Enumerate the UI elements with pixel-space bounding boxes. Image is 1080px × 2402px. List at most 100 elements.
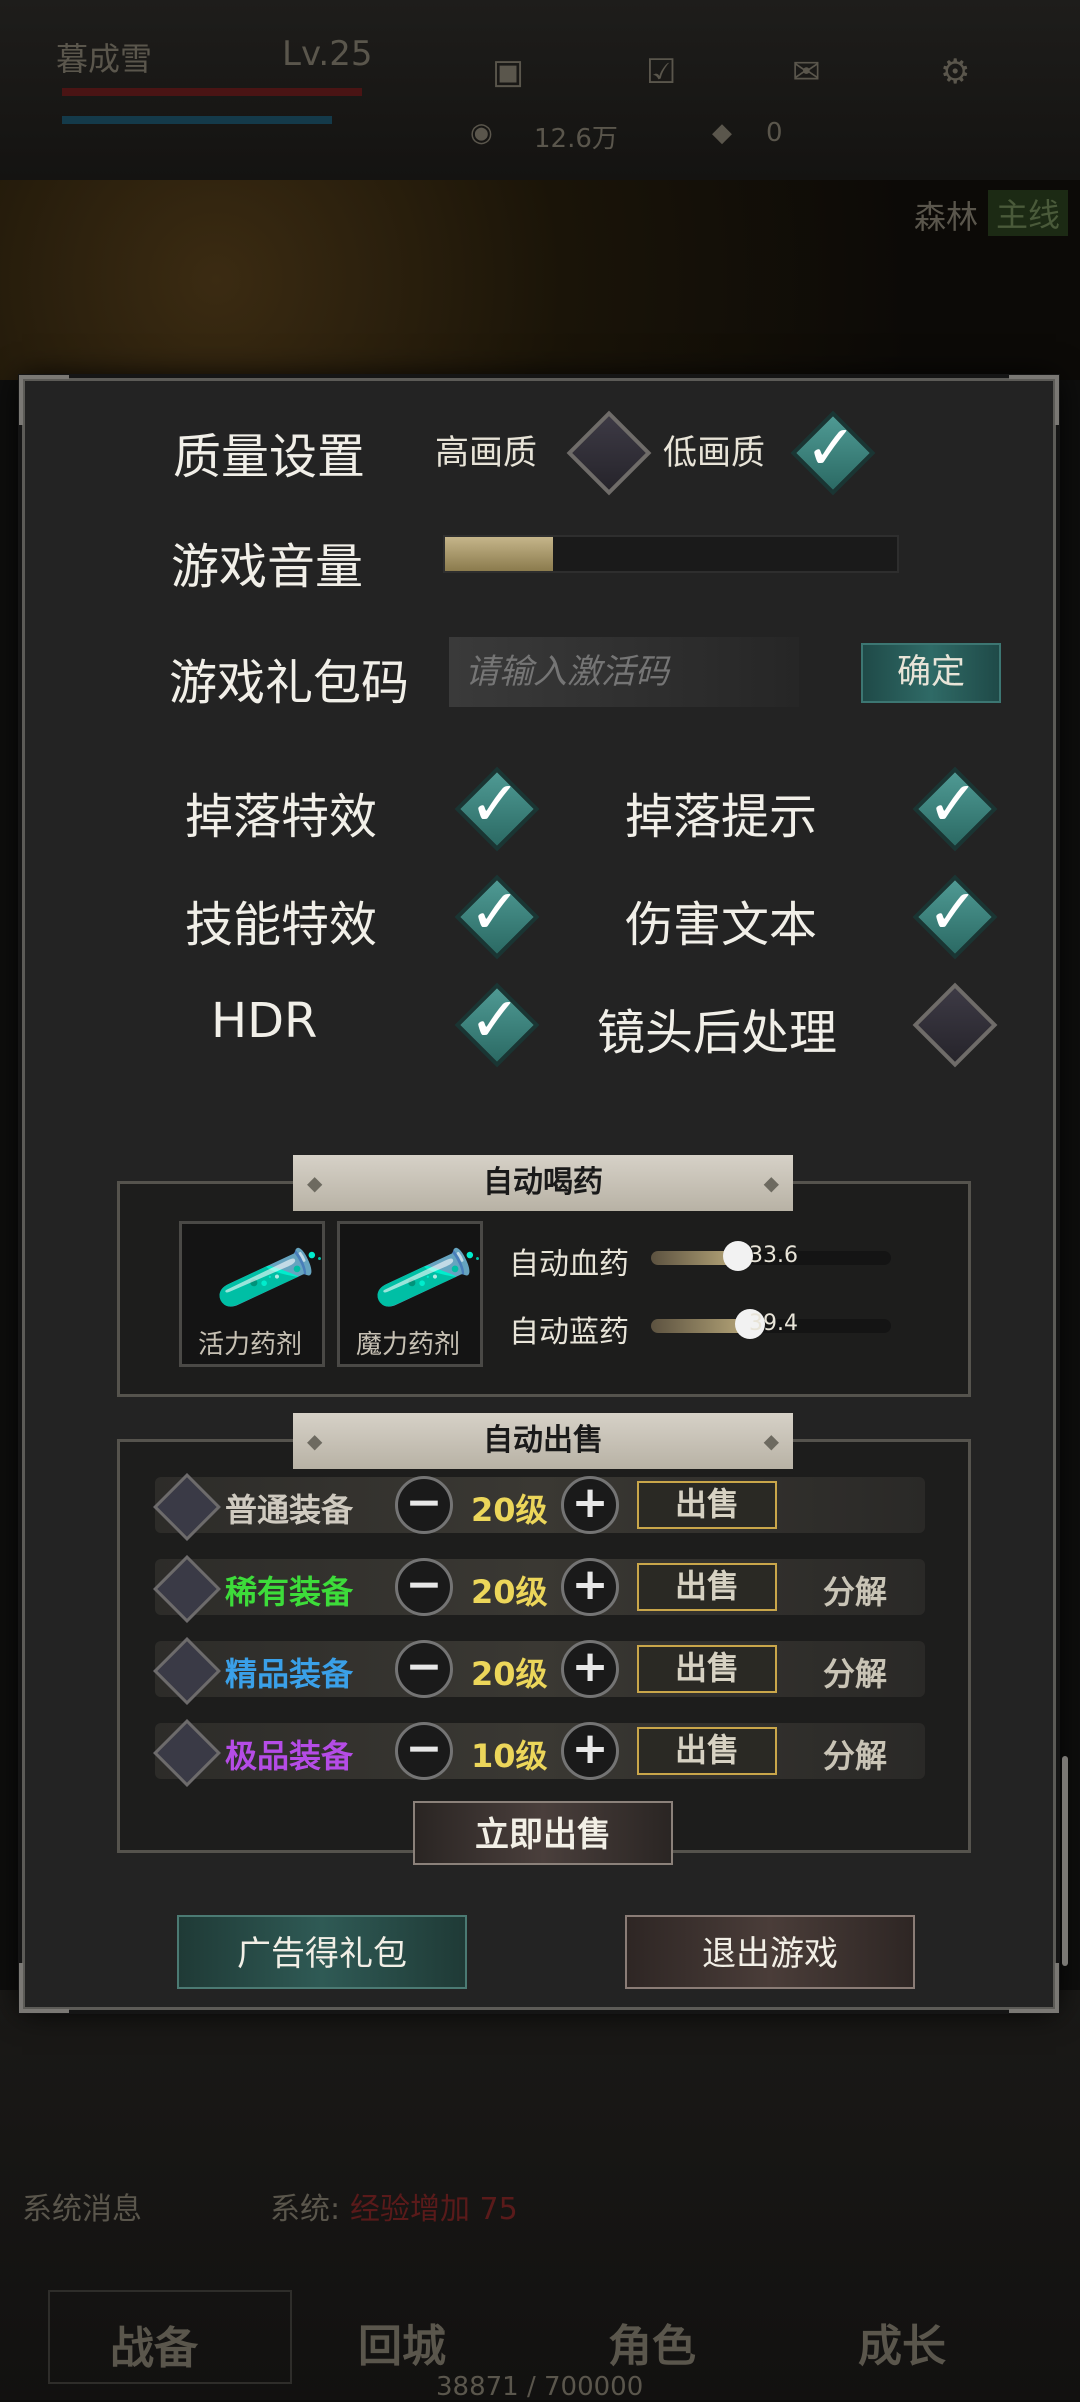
quality-label: 质量设置 <box>173 429 366 485</box>
low-quality-checkbox[interactable]: ✓ <box>790 410 876 496</box>
panel-corner <box>1009 1963 1059 2013</box>
toggle-checkbox[interactable]: ✓ <box>454 982 540 1068</box>
minus-icon[interactable]: − <box>395 1558 453 1616</box>
sell-row-checkbox[interactable] <box>153 1637 221 1705</box>
plus-icon[interactable]: + <box>561 1722 619 1780</box>
toggle-label: 技能特效 <box>185 897 378 953</box>
sell-label: 出售 <box>674 1567 739 1605</box>
confirm-button[interactable]: 确定 <box>861 643 1001 703</box>
mail-icon[interactable]: ✉ <box>792 52 821 92</box>
sell-label: 出售 <box>674 1649 739 1687</box>
toggle-checkbox[interactable]: ✓ <box>912 874 998 960</box>
tab-character[interactable]: 角色 <box>548 2290 788 2380</box>
sell-toggle-button[interactable]: 出售 <box>637 1481 777 1529</box>
zone-tag: 主线 <box>988 190 1069 236</box>
sell-now-button[interactable]: 立即出售 <box>413 1801 673 1865</box>
system-message-label: 系统消息 <box>22 2192 142 2227</box>
volume-label: 游戏音量 <box>171 539 364 595</box>
mp-potion-slot[interactable]: 🧪 魔力药剂 <box>337 1221 487 1367</box>
equipment-tier-name: 稀有装备 <box>225 1573 354 1611</box>
auto-potion-title: 自动喝药 <box>293 1155 793 1211</box>
decompose-button[interactable]: 分解 <box>795 1567 915 1613</box>
toggle-checkbox[interactable]: ✓ <box>912 766 998 852</box>
tab-label: 战备 <box>110 2323 198 2374</box>
check-icon: ✓ <box>469 983 521 1056</box>
sell-toggle-button[interactable]: 出售 <box>637 1563 777 1611</box>
exp-counter: 38871 / 700000 <box>436 2372 644 2402</box>
check-icon: ✓ <box>927 875 979 948</box>
panel-corner <box>1009 375 1059 425</box>
auto-mp-slider[interactable]: 39.4 <box>651 1309 891 1339</box>
decompose-label: 分解 <box>822 1737 887 1775</box>
plus-icon[interactable]: + <box>561 1558 619 1616</box>
toggle-checkbox[interactable] <box>912 982 998 1068</box>
auto-hp-slider[interactable]: 33.6 <box>651 1241 891 1271</box>
plus-icon[interactable]: + <box>561 1640 619 1698</box>
level-threshold: 10级 <box>471 1737 548 1775</box>
high-quality-checkbox[interactable] <box>566 410 652 496</box>
toggle-checkbox[interactable]: ✓ <box>454 874 540 960</box>
player-name: 暮成雪 <box>56 40 153 78</box>
minus-icon[interactable]: − <box>395 1722 453 1780</box>
auto-sell-title: 自动出售 <box>293 1413 793 1469</box>
toggle-label: 掉落提示 <box>625 789 818 845</box>
gift-code-input[interactable] <box>449 637 799 707</box>
sell-row-checkbox[interactable] <box>153 1473 221 1541</box>
tab-label: 角色 <box>608 2321 696 2372</box>
auto-sell-title-text: 自动出售 <box>483 1423 603 1458</box>
sell-now-label: 立即出售 <box>475 1815 611 1855</box>
sell-label: 出售 <box>674 1485 739 1523</box>
gear-icon[interactable]: ⚙ <box>940 52 970 92</box>
auto-mp-label: 自动蓝药 <box>509 1315 629 1350</box>
high-quality-label: 高画质 <box>435 433 537 473</box>
sell-row-checkbox[interactable] <box>153 1555 221 1623</box>
gold-amount: 12.6万 <box>534 124 618 154</box>
mp-bar <box>62 116 332 124</box>
system-message-text: 经验增加 75 <box>350 2192 518 2227</box>
tab-label: 成长 <box>858 2321 946 2372</box>
check-icon: ✓ <box>469 875 521 948</box>
tab-growth[interactable]: 成长 <box>798 2290 1038 2380</box>
level-threshold: 20级 <box>471 1491 548 1529</box>
tab-label: 回城 <box>358 2321 446 2372</box>
checkbox-frame <box>153 1719 221 1787</box>
book-icon[interactable]: ▣ <box>492 52 524 92</box>
minus-icon[interactable]: − <box>395 1476 453 1534</box>
toggle-label: 掉落特效 <box>185 789 378 845</box>
decompose-label: 分解 <box>822 1655 887 1693</box>
panel-corner <box>19 375 69 425</box>
volume-fill <box>445 537 554 571</box>
ad-gift-button[interactable]: 广告得礼包 <box>177 1915 467 1989</box>
toggle-checkbox[interactable]: ✓ <box>454 766 540 852</box>
gem-icon: ◆ <box>712 118 732 148</box>
equipment-tier-name: 精品装备 <box>225 1655 354 1693</box>
auto-hp-label: 自动血药 <box>509 1247 629 1282</box>
confirm-label: 确定 <box>897 652 965 692</box>
scrollbar[interactable] <box>1062 1756 1068 1966</box>
plus-icon[interactable]: + <box>561 1476 619 1534</box>
sell-toggle-button[interactable]: 出售 <box>637 1727 777 1775</box>
exit-game-button[interactable]: 退出游戏 <box>625 1915 915 1989</box>
mp-potion-name: 魔力药剂 <box>356 1330 461 1360</box>
red-potion-icon: 🧪 <box>209 1220 330 1337</box>
equipment-tier-name: 极品装备 <box>225 1737 354 1775</box>
sell-row-checkbox[interactable] <box>153 1719 221 1787</box>
top-hud: 暮成雪 Lv.25 ▣ ☑ ✉ ⚙ ◉ 12.6万 ◆ 0 <box>0 0 1080 180</box>
decompose-button[interactable]: 分解 <box>795 1731 915 1777</box>
decompose-button[interactable]: 分解 <box>795 1649 915 1695</box>
check-icon: ✓ <box>469 767 521 840</box>
decompose-label: 分解 <box>822 1573 887 1611</box>
check-icon: ✓ <box>927 767 979 840</box>
checklist-icon[interactable]: ☑ <box>646 52 676 92</box>
tab-equipment[interactable]: 战备 <box>48 2290 292 2384</box>
auto-potion-title-text: 自动喝药 <box>483 1165 603 1200</box>
checkbox-frame <box>912 982 998 1068</box>
gem-amount: 0 <box>766 118 783 148</box>
hp-potion-slot[interactable]: 🧪 活力药剂 <box>179 1221 329 1367</box>
sell-toggle-button[interactable]: 出售 <box>637 1645 777 1693</box>
checkbox-frame <box>153 1555 221 1623</box>
minus-icon[interactable]: − <box>395 1640 453 1698</box>
tab-return-town[interactable]: 回城 <box>298 2290 538 2380</box>
blue-potion-icon: 🧪 <box>367 1220 488 1337</box>
volume-slider[interactable] <box>443 535 899 573</box>
